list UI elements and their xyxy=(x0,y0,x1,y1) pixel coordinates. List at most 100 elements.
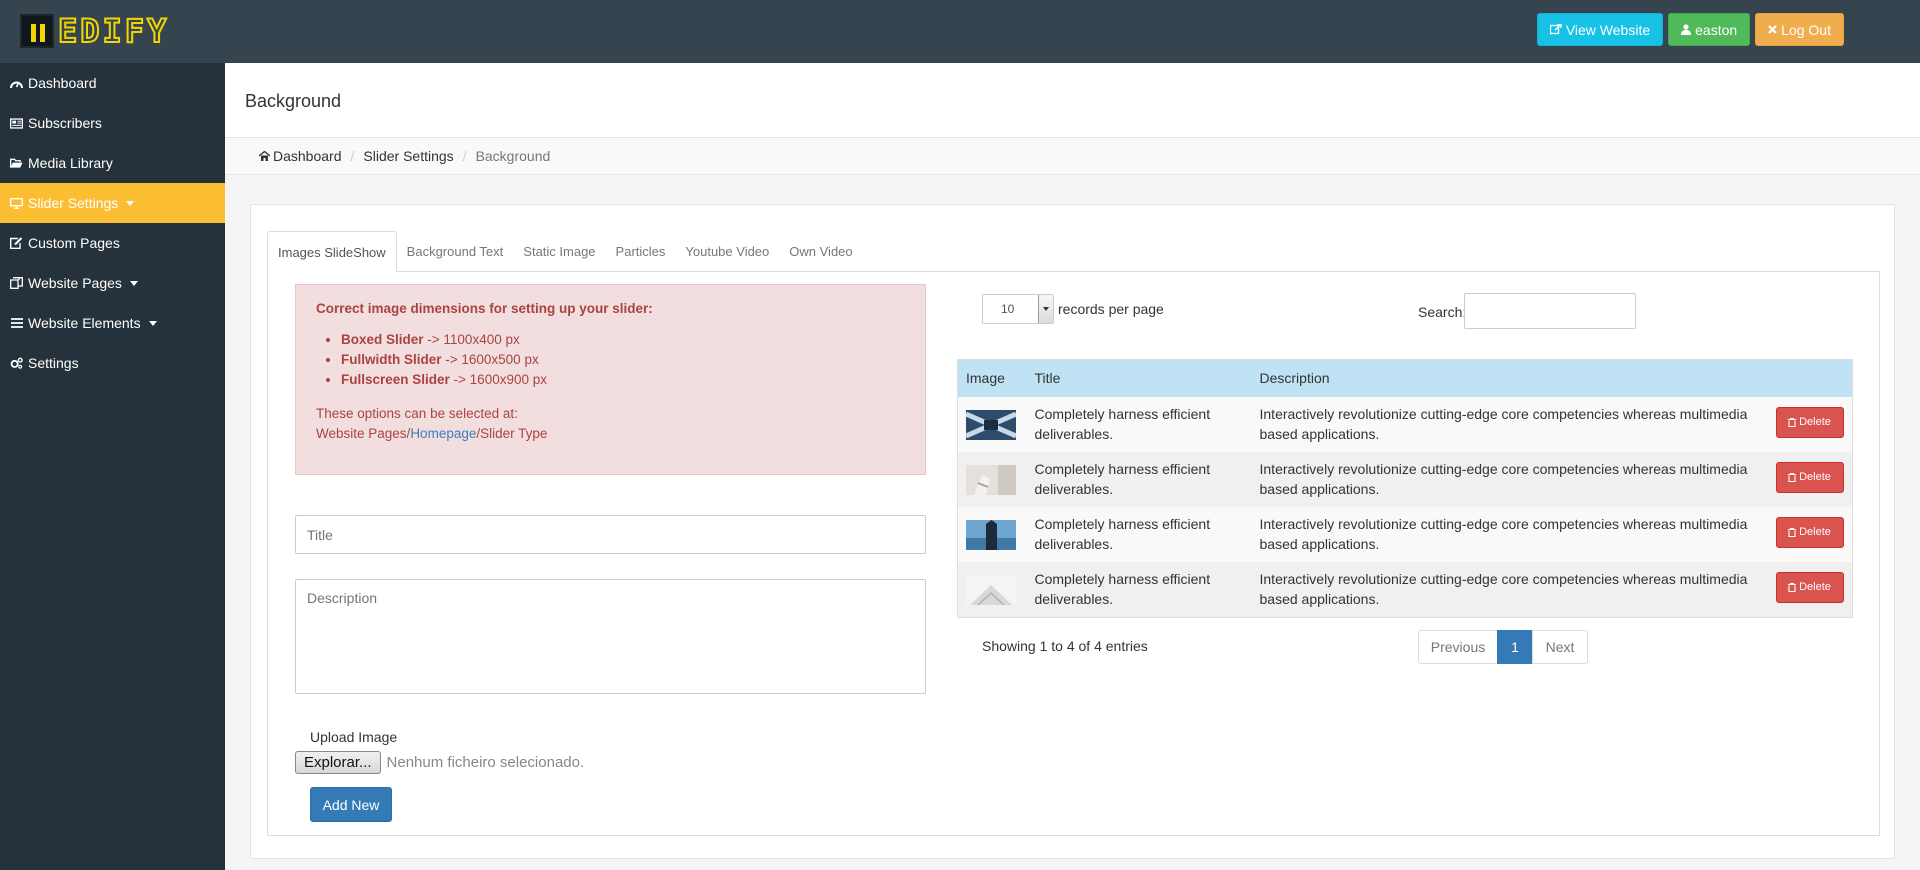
tab-images-slideshow[interactable]: Images SlideShow xyxy=(267,231,397,273)
breadcrumb-separator: / xyxy=(462,148,467,164)
table-row: Completely harness efficient deliverable… xyxy=(957,561,1853,617)
records-per-page-label: records per page xyxy=(1058,301,1164,317)
delete-button[interactable]: Delete xyxy=(1775,571,1844,603)
tab-static-image[interactable]: Static Image xyxy=(513,231,605,272)
view-website-button[interactable]: View Website xyxy=(1536,13,1664,46)
column-header-description[interactable]: Description xyxy=(1251,359,1768,397)
breadcrumb-current: Background xyxy=(475,148,551,164)
alert-heading: Correct image dimensions for setting up … xyxy=(316,301,653,316)
delete-label: Delete xyxy=(1799,581,1831,593)
view-website-label: View Website xyxy=(1565,21,1651,38)
user-icon xyxy=(1681,24,1692,35)
sidebar-item-settings[interactable]: Settings xyxy=(0,343,225,383)
search-input[interactable] xyxy=(1464,293,1636,329)
slide-thumbnail[interactable] xyxy=(966,574,1016,606)
actions-cell: Delete xyxy=(1767,506,1853,562)
previous-page-button[interactable]: Previous xyxy=(1418,630,1498,664)
logout-label: Log Out xyxy=(1781,21,1831,38)
sidebar-item-website-pages[interactable]: Website Pages xyxy=(0,263,225,303)
next-page-button[interactable]: Next xyxy=(1532,630,1588,664)
column-header-image[interactable]: Image xyxy=(957,359,1027,397)
sidebar-item-slider-settings[interactable]: Slider Settings xyxy=(0,183,225,223)
slider-name: Boxed Slider xyxy=(341,332,424,347)
slide-thumbnail[interactable] xyxy=(966,464,1016,495)
alert-path: Website Pages/Homepage/Slider Type xyxy=(316,424,905,444)
sidebar: Dashboard Subscribers Media Library Slid… xyxy=(0,63,225,870)
sidebar-item-label: Custom Pages xyxy=(28,235,120,251)
top-actions: View Website easton Log Out xyxy=(1536,13,1844,46)
path-end: /Slider Type xyxy=(476,426,548,441)
brand-logo[interactable]: EDIFY xyxy=(20,12,169,50)
records-per-page-select[interactable]: 10 xyxy=(982,294,1054,324)
content-panel: Images SlideShow Background Text Static … xyxy=(250,204,1895,859)
actions-cell: Delete xyxy=(1767,396,1853,452)
title-cell: Completely harness efficient deliverable… xyxy=(1026,396,1252,452)
title-input[interactable] xyxy=(295,515,926,554)
slide-thumbnail[interactable] xyxy=(964,409,1018,440)
description-cell: Interactively revolutionize cutting-edge… xyxy=(1251,506,1768,562)
slide-thumbnail[interactable] xyxy=(966,519,1016,550)
delete-label: Delete xyxy=(1799,416,1831,428)
table-info: Showing 1 to 4 of 4 entries xyxy=(982,638,1148,654)
description-textarea[interactable] xyxy=(295,579,926,694)
homepage-link[interactable]: Homepage xyxy=(410,426,476,441)
sidebar-item-label: Media Library xyxy=(28,155,113,171)
file-input[interactable]: Explorar... Nenhum ficheiro selecionado. xyxy=(295,751,584,774)
list-item: Fullwidth Slider -> 1600x500 px xyxy=(341,350,905,370)
table-row: Completely harness efficient deliverable… xyxy=(957,396,1853,452)
delete-label: Delete xyxy=(1799,526,1831,538)
delete-button[interactable]: Delete xyxy=(1775,516,1844,548)
top-navbar: EDIFY View Website easton Log Out xyxy=(0,0,1920,63)
breadcrumb-slider-settings[interactable]: Slider Settings xyxy=(363,148,453,164)
tab-youtube-video[interactable]: Youtube Video xyxy=(675,231,779,272)
sidebar-item-dashboard[interactable]: Dashboard xyxy=(0,63,225,103)
slider-size: -> 1600x500 px xyxy=(441,352,539,367)
table-row: Completely harness efficient deliverable… xyxy=(957,506,1853,562)
user-button[interactable]: easton xyxy=(1668,13,1751,46)
sidebar-item-subscribers[interactable]: Subscribers xyxy=(0,103,225,143)
close-icon xyxy=(1768,25,1777,34)
slider-size: -> 1100x400 px xyxy=(423,332,520,347)
page-1-button[interactable]: 1 xyxy=(1497,630,1533,664)
actions-cell: Delete xyxy=(1767,451,1853,507)
breadcrumb: Dashboard / Slider Settings / Background xyxy=(225,138,1920,175)
sidebar-item-media-library[interactable]: Media Library xyxy=(0,143,225,183)
column-header-title[interactable]: Title xyxy=(1026,359,1252,397)
description-cell: Interactively revolutionize cutting-edge… xyxy=(1251,396,1768,452)
browse-button[interactable]: Explorar... xyxy=(295,751,381,774)
tab-content: Correct image dimensions for setting up … xyxy=(267,272,1880,836)
table-header-row: Image Title Description xyxy=(957,359,1853,397)
tab-own-video[interactable]: Own Video xyxy=(779,231,862,272)
alert-note: These options can be selected at: xyxy=(316,406,518,421)
home-icon xyxy=(259,151,270,161)
add-new-button[interactable]: Add New xyxy=(310,787,392,822)
image-cell xyxy=(957,561,1027,617)
delete-label: Delete xyxy=(1799,471,1831,483)
table-row: Completely harness efficient deliverable… xyxy=(957,451,1853,507)
chevron-down-icon xyxy=(1038,295,1053,323)
slider-size: -> 1600x900 px xyxy=(449,372,547,387)
external-link-icon xyxy=(1549,24,1562,35)
title-cell: Completely harness efficient deliverable… xyxy=(1026,561,1252,617)
dimensions-list: Boxed Slider -> 1100x400 px Fullwidth Sl… xyxy=(316,330,905,390)
actions-cell: Delete xyxy=(1767,561,1853,617)
delete-button[interactable]: Delete xyxy=(1775,461,1844,493)
image-cell xyxy=(957,451,1027,507)
newspaper-icon xyxy=(10,117,23,129)
bars-icon xyxy=(10,318,23,328)
slider-type-tabs: Images SlideShow Background Text Static … xyxy=(267,231,1880,273)
logout-button[interactable]: Log Out xyxy=(1755,13,1844,46)
trash-icon xyxy=(1788,417,1797,427)
description-cell: Interactively revolutionize cutting-edge… xyxy=(1251,561,1768,617)
tab-particles[interactable]: Particles xyxy=(606,231,676,272)
delete-button[interactable]: Delete xyxy=(1775,406,1844,438)
sidebar-item-custom-pages[interactable]: Custom Pages xyxy=(0,223,225,263)
sidebar-item-website-elements[interactable]: Website Elements xyxy=(0,303,225,343)
tab-background-text[interactable]: Background Text xyxy=(397,231,514,272)
trash-icon xyxy=(1788,527,1797,537)
folder-open-icon xyxy=(10,158,23,169)
sidebar-item-label: Dashboard xyxy=(28,75,97,91)
sidebar-item-label: Website Elements xyxy=(28,315,141,331)
pagination: Previous 1 Next xyxy=(1418,630,1588,664)
breadcrumb-dashboard[interactable]: Dashboard xyxy=(273,148,342,164)
